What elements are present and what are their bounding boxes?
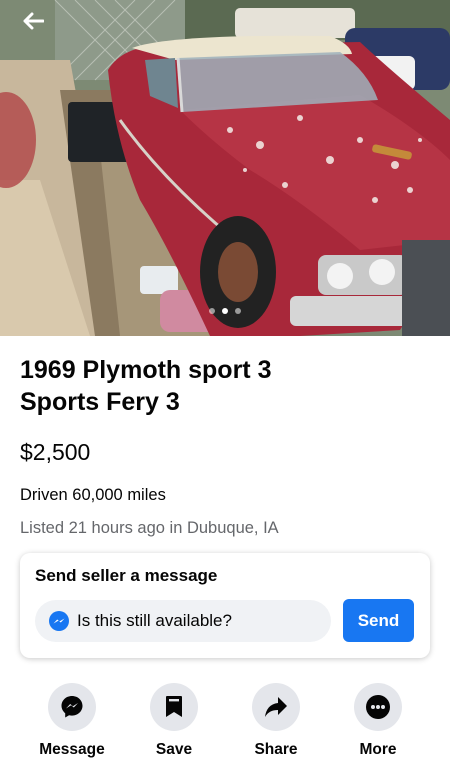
photo-pagination (0, 308, 450, 314)
message-action-button[interactable]: Message (32, 683, 112, 759)
pagination-dot[interactable] (209, 308, 215, 314)
messenger-icon (49, 611, 69, 631)
more-action-circle (354, 683, 402, 731)
listing-price: $2,500 (20, 439, 91, 465)
share-action-button[interactable]: Share (236, 683, 316, 759)
message-action-label: Message (39, 741, 105, 758)
back-arrow-icon (23, 12, 44, 30)
listing-mileage: Driven 60,000 miles (20, 486, 166, 504)
share-arrow-icon (265, 697, 287, 717)
action-bar: Message Save Share More (0, 683, 450, 763)
listing-title-line1: 1969 Plymoth sport 3 (20, 356, 272, 384)
send-message-card: Send seller a message Is this still avai… (20, 553, 430, 658)
back-button[interactable] (22, 12, 56, 42)
listing-photo[interactable] (0, 0, 450, 336)
more-action-button[interactable]: More (338, 683, 418, 759)
messenger-icon (61, 696, 83, 718)
listing-title: 1969 Plymoth sport 3 Sports Fery 3 (20, 354, 430, 418)
save-action-button[interactable]: Save (134, 683, 214, 759)
message-input[interactable]: Is this still available? (35, 600, 331, 642)
message-input-text: Is this still available? (77, 611, 232, 630)
send-button[interactable]: Send (343, 599, 414, 642)
listing-posted-info: Listed 21 hours ago in Dubuque, IA (20, 519, 279, 537)
save-action-label: Save (155, 741, 193, 758)
save-action-circle (150, 683, 198, 731)
more-dots-icon (366, 695, 390, 719)
pagination-dot[interactable] (235, 308, 241, 314)
pagination-dot-active[interactable] (222, 308, 228, 314)
more-action-label: More (359, 741, 397, 758)
car-photo-illustration (0, 0, 450, 336)
share-action-label: Share (254, 741, 298, 758)
listing-title-line2: Sports Fery 3 (20, 388, 180, 416)
bookmark-icon (166, 696, 182, 717)
message-card-heading: Send seller a message (35, 566, 218, 585)
message-action-circle (48, 683, 96, 731)
share-action-circle (252, 683, 300, 731)
